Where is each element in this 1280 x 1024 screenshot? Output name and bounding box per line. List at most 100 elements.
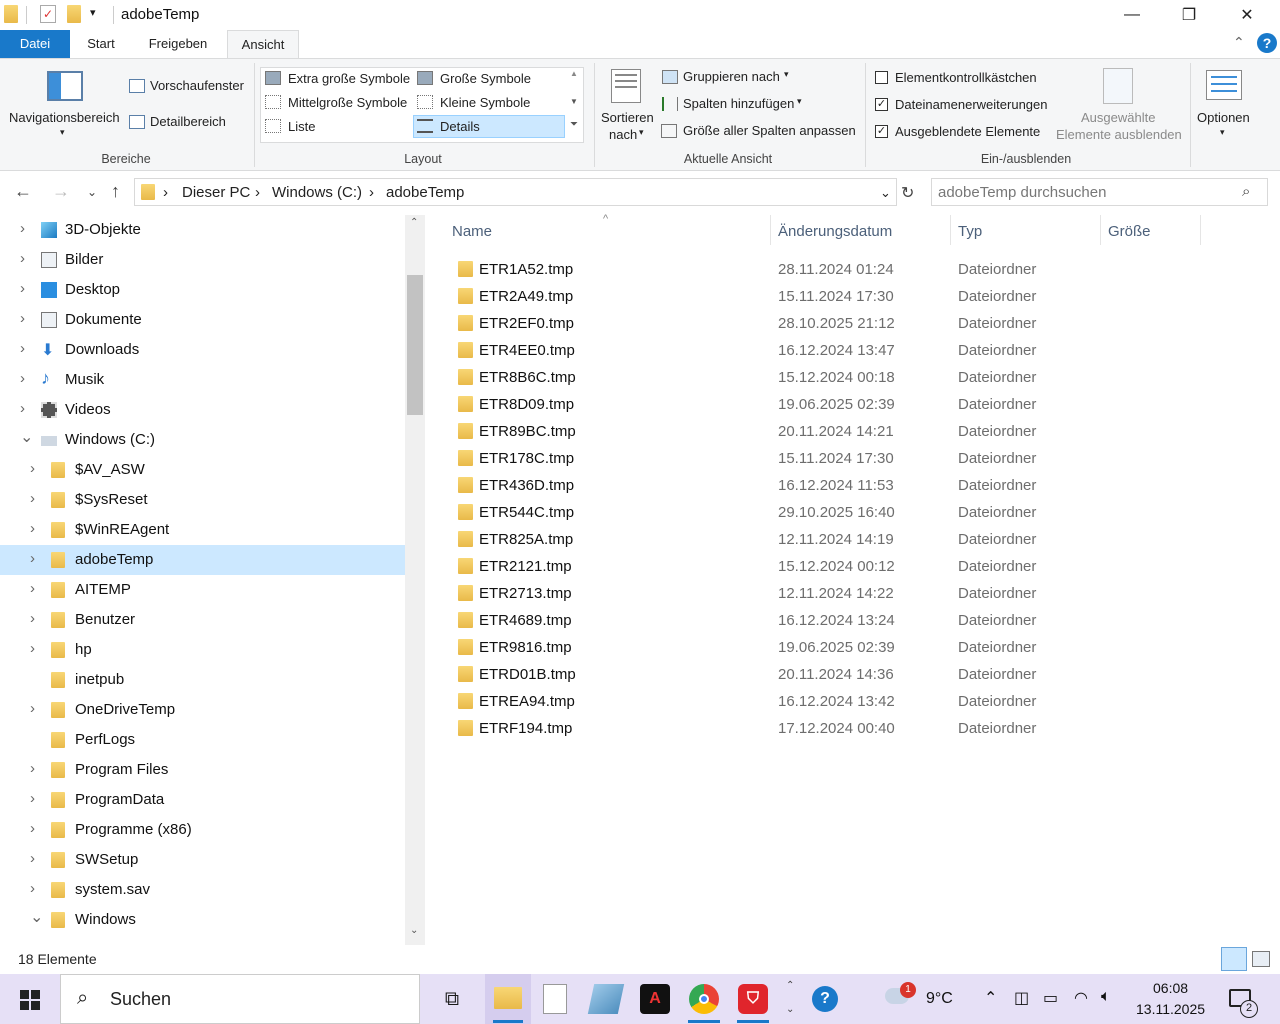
clock-time[interactable]: 06:08 bbox=[1153, 980, 1188, 996]
column-separator[interactable] bbox=[950, 215, 951, 245]
chevron-right-icon[interactable]: › bbox=[20, 220, 25, 237]
file-row[interactable]: ETR4689.tmp 16.12.2024 13:24 Dateiordner bbox=[446, 607, 1206, 634]
close-button[interactable]: ✕ bbox=[1218, 0, 1276, 30]
file-row[interactable]: ETR8B6C.tmp 15.12.2024 00:18 Dateiordner bbox=[446, 364, 1206, 391]
chrome-icon[interactable] bbox=[689, 984, 719, 1014]
chevron-right-icon[interactable]: › bbox=[30, 850, 35, 867]
hide-selected-button-line2[interactable]: Elemente ausblenden bbox=[1056, 127, 1182, 142]
file-row[interactable]: ETR2713.tmp 12.11.2024 14:22 Dateiordner bbox=[446, 580, 1206, 607]
help-icon[interactable]: ? bbox=[1257, 33, 1277, 53]
nav-item[interactable]: › ⬇ Downloads bbox=[0, 335, 405, 365]
sort-by-button[interactable]: Sortieren bbox=[601, 110, 654, 125]
volume-icon[interactable]: 🔈︎ bbox=[1101, 988, 1111, 1006]
navigation-pane-dropdown-icon[interactable]: ▾ bbox=[60, 127, 65, 138]
nav-item[interactable]: ⌄ Windows bbox=[0, 905, 405, 935]
nav-item[interactable]: › OneDriveTemp bbox=[0, 695, 405, 725]
maximize-button[interactable]: ❐ bbox=[1160, 0, 1218, 30]
file-row[interactable]: ETR2EF0.tmp 28.10.2025 21:12 Dateiordner bbox=[446, 310, 1206, 337]
nav-item[interactable]: › hp bbox=[0, 635, 405, 665]
chevron-right-icon[interactable]: › bbox=[20, 400, 25, 417]
app-icon[interactable] bbox=[587, 984, 625, 1014]
camera-icon[interactable]: ◫ bbox=[1014, 988, 1029, 1008]
nav-item[interactable]: inetpub bbox=[0, 665, 405, 695]
add-columns-dropdown-icon[interactable]: ▾ bbox=[797, 96, 802, 107]
file-row[interactable]: ETR436D.tmp 16.12.2024 11:53 Dateiordner bbox=[446, 472, 1206, 499]
nav-item[interactable]: › $WinREAgent bbox=[0, 515, 405, 545]
battery-icon[interactable]: ▭ bbox=[1043, 988, 1058, 1008]
nav-scrollbar[interactable]: ⌃ ⌄ bbox=[405, 215, 425, 945]
nav-item[interactable]: › Bilder bbox=[0, 245, 405, 275]
nav-item[interactable]: › Benutzer bbox=[0, 605, 405, 635]
preview-pane-button[interactable]: Vorschaufenster bbox=[150, 78, 244, 93]
chevron-right-icon[interactable]: › bbox=[20, 340, 25, 357]
chevron-right-icon[interactable]: › bbox=[30, 550, 35, 567]
search-icon[interactable]: ⌕ bbox=[1242, 183, 1250, 200]
adobe-acrobat-icon[interactable]: A bbox=[640, 984, 670, 1014]
chevron-right-icon[interactable]: › bbox=[30, 610, 35, 627]
layout-list[interactable]: Liste bbox=[288, 119, 315, 134]
taskbar-scroll-down-icon[interactable]: ⌄ bbox=[786, 1004, 794, 1015]
breadcrumb-adobetemp[interactable]: adobeTemp bbox=[386, 184, 464, 201]
nav-item[interactable]: › Videos bbox=[0, 395, 405, 425]
file-row[interactable]: ETRD01B.tmp 20.11.2024 14:36 Dateiordner bbox=[446, 661, 1206, 688]
security-app-icon[interactable]: ⛉ bbox=[738, 984, 768, 1014]
chevron-right-icon[interactable]: › bbox=[20, 280, 25, 297]
chevron-right-icon[interactable]: › bbox=[20, 370, 25, 387]
chevron-right-icon[interactable]: › bbox=[30, 700, 35, 717]
nav-item[interactable]: › AITEMP bbox=[0, 575, 405, 605]
windows-start-icon[interactable] bbox=[20, 990, 40, 1010]
item-checkboxes-checkbox[interactable] bbox=[875, 71, 888, 84]
nav-item[interactable]: › $SysReset bbox=[0, 485, 405, 515]
nav-item[interactable]: › SWSetup bbox=[0, 845, 405, 875]
add-columns-button[interactable]: Spalten hinzufügen bbox=[683, 96, 794, 111]
breadcrumb-this-pc[interactable]: Dieser PC bbox=[182, 184, 250, 201]
column-separator[interactable] bbox=[770, 215, 771, 245]
taskbar-search[interactable]: ⌕ Suchen bbox=[60, 974, 420, 1024]
file-row[interactable]: ETR8D09.tmp 19.06.2025 02:39 Dateiordner bbox=[446, 391, 1206, 418]
chevron-up-icon[interactable]: ⌃ bbox=[984, 988, 997, 1008]
file-row[interactable]: ETR4EE0.tmp 16.12.2024 13:47 Dateiordner bbox=[446, 337, 1206, 364]
search-box[interactable]: adobeTemp durchsuchen ⌕ bbox=[931, 178, 1268, 206]
size-all-columns-button[interactable]: Größe aller Spalten anpassen bbox=[683, 123, 856, 138]
refresh-icon[interactable]: ↻ bbox=[901, 183, 914, 203]
options-button[interactable]: Optionen bbox=[1197, 110, 1250, 125]
chevron-right-icon[interactable]: › bbox=[30, 580, 35, 597]
gallery-more-icon[interactable]: ⏷ bbox=[570, 119, 578, 130]
nav-item[interactable]: › ♪ Musik bbox=[0, 365, 405, 395]
chevron-right-icon[interactable]: › bbox=[30, 520, 35, 537]
chevron-right-icon[interactable]: › bbox=[20, 250, 25, 267]
file-extensions-checkbox[interactable]: ✓ bbox=[875, 98, 888, 111]
chevron-right-icon[interactable]: › bbox=[30, 880, 35, 897]
chevron-right-icon[interactable]: › bbox=[30, 640, 35, 657]
file-row[interactable]: ETR89BC.tmp 20.11.2024 14:21 Dateiordner bbox=[446, 418, 1206, 445]
file-row[interactable]: ETR9816.tmp 19.06.2025 02:39 Dateiordner bbox=[446, 634, 1206, 661]
hidden-items-checkbox[interactable]: ✓ bbox=[875, 125, 888, 138]
quick-access-dropdown-icon[interactable]: ▾ bbox=[90, 6, 96, 19]
layout-medium-icons[interactable]: Mittelgroße Symbole bbox=[288, 95, 407, 110]
notepad-icon[interactable] bbox=[543, 984, 567, 1014]
tab-datei[interactable]: Datei bbox=[0, 30, 70, 58]
gallery-scroll-down-icon[interactable]: ▼ bbox=[570, 97, 578, 106]
tab-start[interactable]: Start bbox=[76, 30, 126, 58]
column-separator[interactable] bbox=[1100, 215, 1101, 245]
layout-large-icons[interactable]: Große Symbole bbox=[440, 71, 531, 86]
column-separator[interactable] bbox=[1200, 215, 1201, 245]
scroll-up-icon[interactable]: ⌃ bbox=[410, 217, 418, 228]
tab-freigeben[interactable]: Freigeben bbox=[140, 30, 216, 58]
hide-selected-button[interactable]: Ausgewählte bbox=[1081, 110, 1155, 125]
layout-details-selected[interactable] bbox=[413, 115, 565, 138]
tab-ansicht[interactable]: Ansicht bbox=[227, 30, 299, 58]
nav-item[interactable]: › adobeTemp bbox=[0, 545, 405, 575]
nav-item[interactable]: › $AV_ASW bbox=[0, 455, 405, 485]
breadcrumb-windows-c[interactable]: Windows (C:) bbox=[272, 184, 362, 201]
column-header-date[interactable]: Änderungsdatum bbox=[778, 223, 892, 240]
nav-item[interactable]: › Dokumente bbox=[0, 305, 405, 335]
nav-item[interactable]: › system.sav bbox=[0, 875, 405, 905]
network-icon[interactable]: ◠ bbox=[1074, 988, 1088, 1008]
address-dropdown-icon[interactable]: ⌄ bbox=[880, 185, 891, 201]
large-icons-view-icon[interactable] bbox=[1252, 951, 1270, 967]
chevron-right-icon[interactable]: › bbox=[20, 310, 25, 327]
file-row[interactable]: ETR2121.tmp 15.12.2024 00:12 Dateiordner bbox=[446, 553, 1206, 580]
file-row[interactable]: ETR544C.tmp 29.10.2025 16:40 Dateiordner bbox=[446, 499, 1206, 526]
chevron-right-icon[interactable]: › bbox=[30, 760, 35, 777]
